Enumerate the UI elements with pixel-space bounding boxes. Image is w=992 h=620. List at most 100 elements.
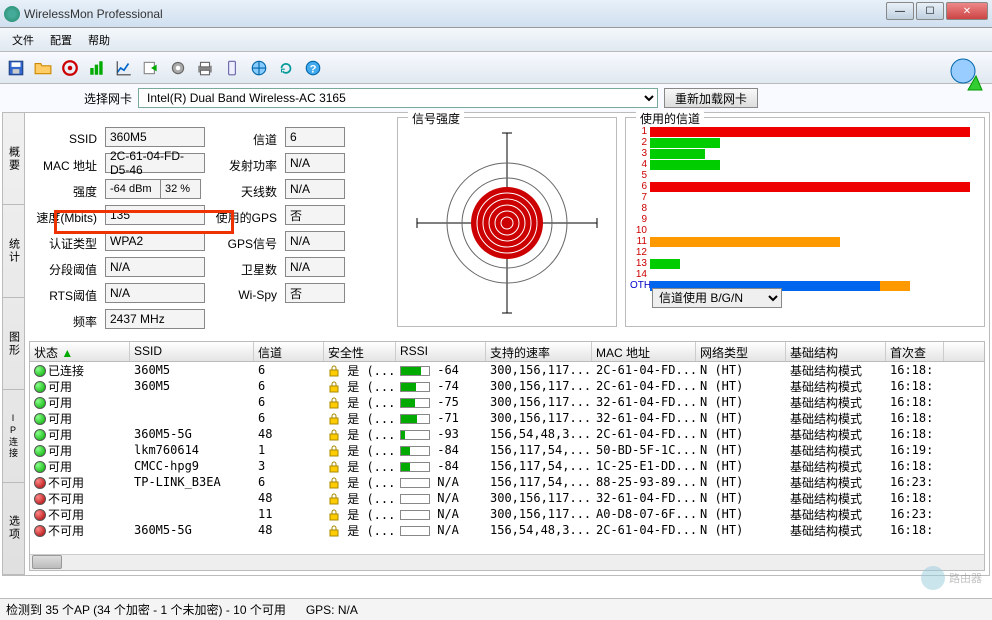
col-rate[interactable]: 支持的速率 — [486, 342, 592, 361]
content: SSID 360M5 信道 6 MAC 地址 2C-61-04-FD-D5-46… — [25, 113, 989, 575]
save-icon[interactable] — [4, 56, 28, 80]
txpower-label: 发射功率 — [209, 153, 281, 177]
col-rssi[interactable]: RSSI — [396, 342, 486, 361]
channel-row: 9 — [630, 214, 980, 225]
tab-summary[interactable]: 概要 — [3, 113, 24, 205]
watermark-icon — [921, 566, 945, 590]
channel-row: 4 — [630, 159, 980, 170]
minimize-button[interactable]: — — [886, 2, 914, 20]
speed-value: 135 — [105, 205, 205, 225]
gear-icon[interactable] — [166, 56, 190, 80]
chart-icon[interactable] — [112, 56, 136, 80]
channel-row: 11 — [630, 236, 980, 247]
table-row[interactable]: 不可用TP-LINK_B3EA6 是 (... N/A156,117,54,..… — [30, 474, 984, 490]
tab-graph[interactable]: 图形 — [3, 298, 24, 390]
col-channel[interactable]: 信道 — [254, 342, 324, 361]
channel-label: 信道 — [209, 127, 281, 151]
channel-row: 8 — [630, 203, 980, 214]
channel-combo[interactable]: 信道使用 B/G/N — [652, 288, 782, 308]
channel-value: 6 — [285, 127, 345, 147]
adapter-row: 选择网卡 Intel(R) Dual Band Wireless-AC 3165… — [0, 84, 992, 112]
table-row[interactable]: 可用CMCC-hpg93 是 (... -84156,117,54,...1C-… — [30, 458, 984, 474]
channel-title: 使用的信道 — [636, 110, 704, 127]
freq-label: 频率 — [29, 309, 101, 333]
window-title: WirelessMon Professional — [24, 7, 163, 21]
col-status[interactable]: 状态 ▲ — [30, 342, 130, 361]
sat-value: N/A — [285, 257, 345, 277]
mac-label: MAC 地址 — [29, 153, 101, 177]
adapter-select[interactable]: Intel(R) Dual Band Wireless-AC 3165 — [138, 88, 658, 108]
signal-chart: 信号强度 — [397, 117, 617, 327]
col-net[interactable]: 网络类型 — [696, 342, 786, 361]
svg-text:?: ? — [310, 63, 317, 75]
channel-row: 12 — [630, 247, 980, 258]
close-button[interactable]: ✕ — [946, 2, 988, 20]
help-icon[interactable]: ? — [301, 56, 325, 80]
horizontal-scrollbar[interactable] — [30, 554, 984, 570]
phone-icon[interactable] — [220, 56, 244, 80]
txpower-value: N/A — [285, 153, 345, 173]
col-security[interactable]: 安全性 — [324, 342, 396, 361]
col-first[interactable]: 首次查 — [886, 342, 944, 361]
status-text: 检测到 35 个AP (34 个加密 - 1 个未加密) - 10 个可用 — [6, 601, 286, 618]
antenna-value: N/A — [285, 179, 345, 199]
watermark: 路由器 — [921, 566, 982, 590]
channel-row: 1 — [630, 126, 980, 137]
refresh-icon[interactable] — [274, 56, 298, 80]
channel-row: 13 — [630, 258, 980, 269]
toolbar: ? — [0, 52, 992, 84]
col-infra[interactable]: 基础结构 — [786, 342, 886, 361]
folder-icon[interactable] — [31, 56, 55, 80]
corner-logo — [948, 56, 988, 96]
auth-label: 认证类型 — [29, 231, 101, 255]
rts-value: N/A — [105, 283, 205, 303]
col-mac[interactable]: MAC 地址 — [592, 342, 696, 361]
reload-button[interactable]: 重新加载网卡 — [664, 88, 758, 108]
wispy-value: 否 — [285, 283, 345, 303]
table-row[interactable]: 可用6 是 (... -75300,156,117...32-61-04-FD.… — [30, 394, 984, 410]
target-icon[interactable] — [58, 56, 82, 80]
wispy-label: Wi-Spy — [209, 283, 281, 307]
list-body[interactable]: 已连接360M56 是 (... -64300,156,117...2C-61-… — [30, 362, 984, 554]
tab-ipconn[interactable]: IP连接 — [3, 390, 24, 482]
titlebar: WirelessMon Professional — ☐ ✕ — [0, 0, 992, 28]
rts-label: RTS阈值 — [29, 283, 101, 307]
bars-icon[interactable] — [85, 56, 109, 80]
table-row[interactable]: 可用lkm7606141 是 (... -84156,117,54,...50-… — [30, 442, 984, 458]
ssid-value: 360M5 — [105, 127, 205, 147]
sat-label: 卫星数 — [209, 257, 281, 281]
mac-value: 2C-61-04-FD-D5-46 — [105, 153, 205, 173]
ap-list: 状态 ▲ SSID 信道 安全性 RSSI 支持的速率 MAC 地址 网络类型 … — [29, 341, 985, 571]
ssid-label: SSID — [29, 127, 101, 151]
maximize-button[interactable]: ☐ — [916, 2, 944, 20]
app-icon — [4, 6, 20, 22]
menu-help[interactable]: 帮助 — [80, 30, 118, 50]
col-ssid[interactable]: SSID — [130, 342, 254, 361]
list-header: 状态 ▲ SSID 信道 安全性 RSSI 支持的速率 MAC 地址 网络类型 … — [30, 342, 984, 362]
print-icon[interactable] — [193, 56, 217, 80]
gpsused-value: 否 — [285, 205, 345, 225]
globe-icon[interactable] — [247, 56, 271, 80]
table-row[interactable]: 可用6 是 (... -71300,156,117...32-61-04-FD.… — [30, 410, 984, 426]
menubar: 文件 配置 帮助 — [0, 28, 992, 52]
menu-file[interactable]: 文件 — [4, 30, 42, 50]
side-tabs: 概要 统计 图形 IP连接 选项 — [3, 113, 25, 575]
auth-value: WPA2 — [105, 231, 205, 251]
table-row[interactable]: 不可用11 是 (... N/A300,156,117...A0-D8-07-6… — [30, 506, 984, 522]
table-row[interactable]: 可用360M56 是 (... -74300,156,117...2C-61-0… — [30, 378, 984, 394]
table-row[interactable]: 已连接360M56 是 (... -64300,156,117...2C-61-… — [30, 362, 984, 378]
channel-row: 14 — [630, 269, 980, 280]
strength-value: -64 dBm32 % — [105, 179, 205, 203]
gpssig-value: N/A — [285, 231, 345, 251]
table-row[interactable]: 可用360M5-5G48 是 (... -93156,54,48,3...2C-… — [30, 426, 984, 442]
main-area: 概要 统计 图形 IP连接 选项 SSID 360M5 信道 6 MAC 地址 … — [2, 112, 990, 576]
tab-options[interactable]: 选项 — [3, 483, 24, 575]
table-row[interactable]: 不可用360M5-5G48 是 (... N/A156,54,48,3...2C… — [30, 522, 984, 538]
tab-stats[interactable]: 统计 — [3, 205, 24, 297]
gpssig-label: GPS信号 — [209, 231, 281, 255]
table-row[interactable]: 不可用48 是 (... N/A300,156,117...32-61-04-F… — [30, 490, 984, 506]
export-icon[interactable] — [139, 56, 163, 80]
info-fields: SSID 360M5 信道 6 MAC 地址 2C-61-04-FD-D5-46… — [29, 117, 389, 337]
speed-label: 速度(Mbits) — [29, 205, 101, 229]
menu-config[interactable]: 配置 — [42, 30, 80, 50]
